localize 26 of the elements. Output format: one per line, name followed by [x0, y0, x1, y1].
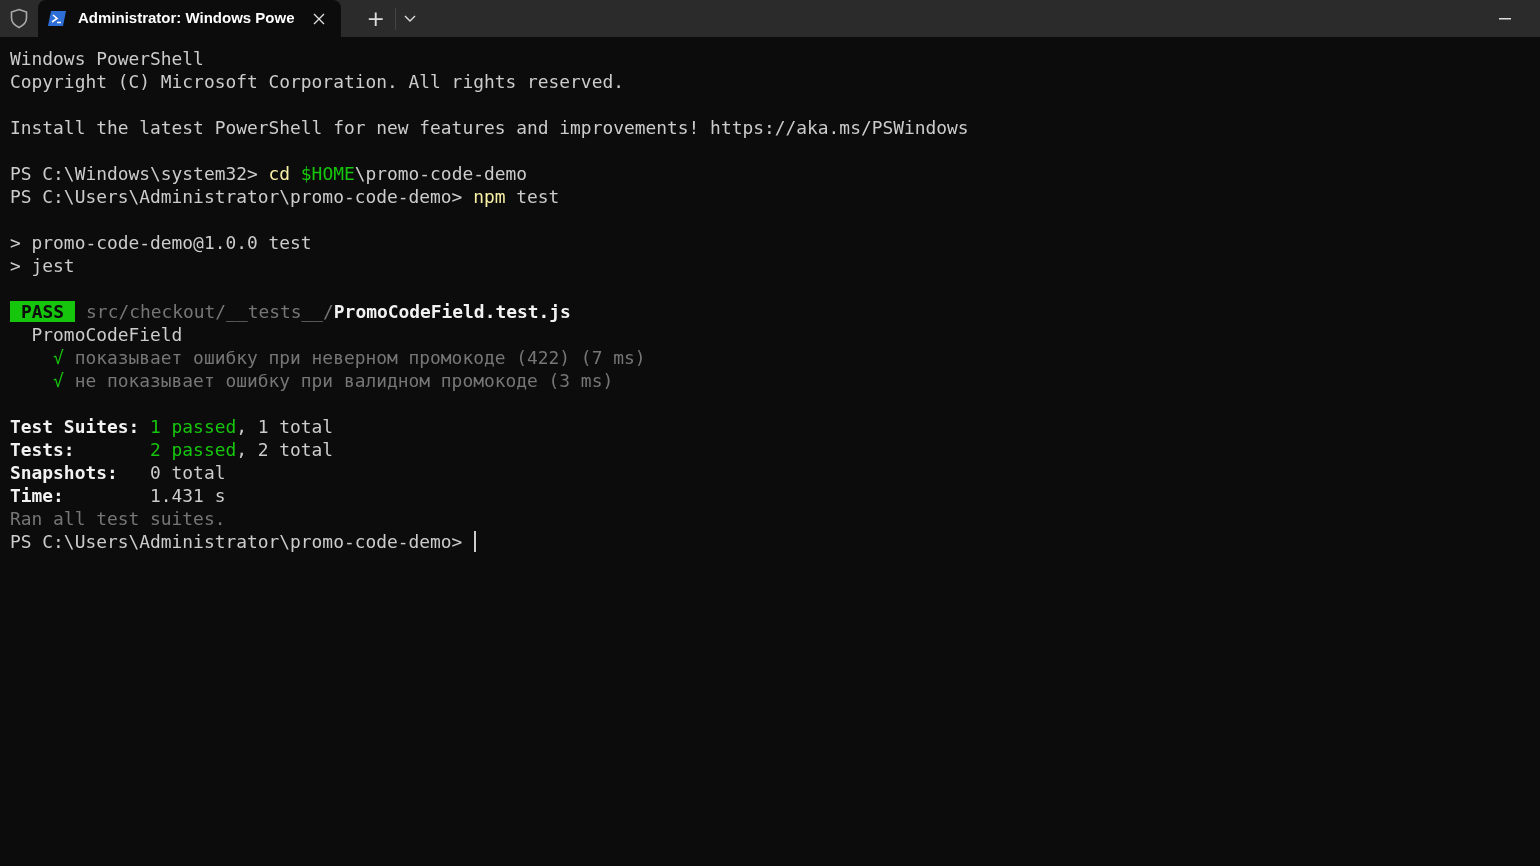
- terminal-line: PS C:\Windows\system32> cd $HOME\promo-code-demo: [10, 162, 529, 185]
- new-tab-button[interactable]: +: [356, 0, 395, 37]
- prompt-text: PS C:\Users\Administrator\promo-code-demo>: [10, 530, 464, 553]
- pass-badge: PASS: [10, 301, 76, 322]
- terminal-line: √ показывает ошибку при неверном промокоде (422) (7 ms): [52, 346, 647, 369]
- terminal-line: Ran all test suites.: [10, 507, 227, 530]
- tab-title: Administrator: Windows Powe: [78, 8, 295, 29]
- test-file-path: src/checkout/__tests__/PromoCodeField.test.js: [86, 300, 571, 323]
- shield-icon[interactable]: [10, 8, 28, 29]
- minimize-icon[interactable]: [1499, 17, 1511, 20]
- terminal-line: PS C:\Users\Administrator\promo-code-demo> npm test: [10, 185, 561, 208]
- terminal-line: PromoCodeField: [30, 323, 184, 346]
- terminal-line: Time: 1.431 s: [10, 484, 227, 507]
- terminal-line: Tests: 2 passed, 2 total: [10, 438, 335, 461]
- terminal-line: Install the latest PowerShell for new features and improvements! https://aka.ms/PSWindows: [10, 116, 970, 139]
- terminal-line: Copyright (C) Microsoft Corporation. All rights reserved.: [10, 70, 625, 93]
- terminal-line: > jest: [10, 254, 76, 277]
- dropdown-icon[interactable]: [404, 15, 416, 22]
- terminal-line: √ не показывает ошибку при валидном промокоде (3 ms): [52, 369, 615, 392]
- terminal-line: Test Suites: 1 passed, 1 total: [10, 415, 335, 438]
- terminal-icon: [48, 11, 66, 26]
- terminal-line: Windows PowerShell: [10, 47, 205, 70]
- close-icon[interactable]: [312, 12, 325, 25]
- terminal-line: > promo-code-demo@1.0.0 test: [10, 231, 313, 254]
- tab[interactable]: Administrator: Windows Powe: [38, 0, 341, 37]
- terminal-line: Snapshots: 0 total: [10, 461, 227, 484]
